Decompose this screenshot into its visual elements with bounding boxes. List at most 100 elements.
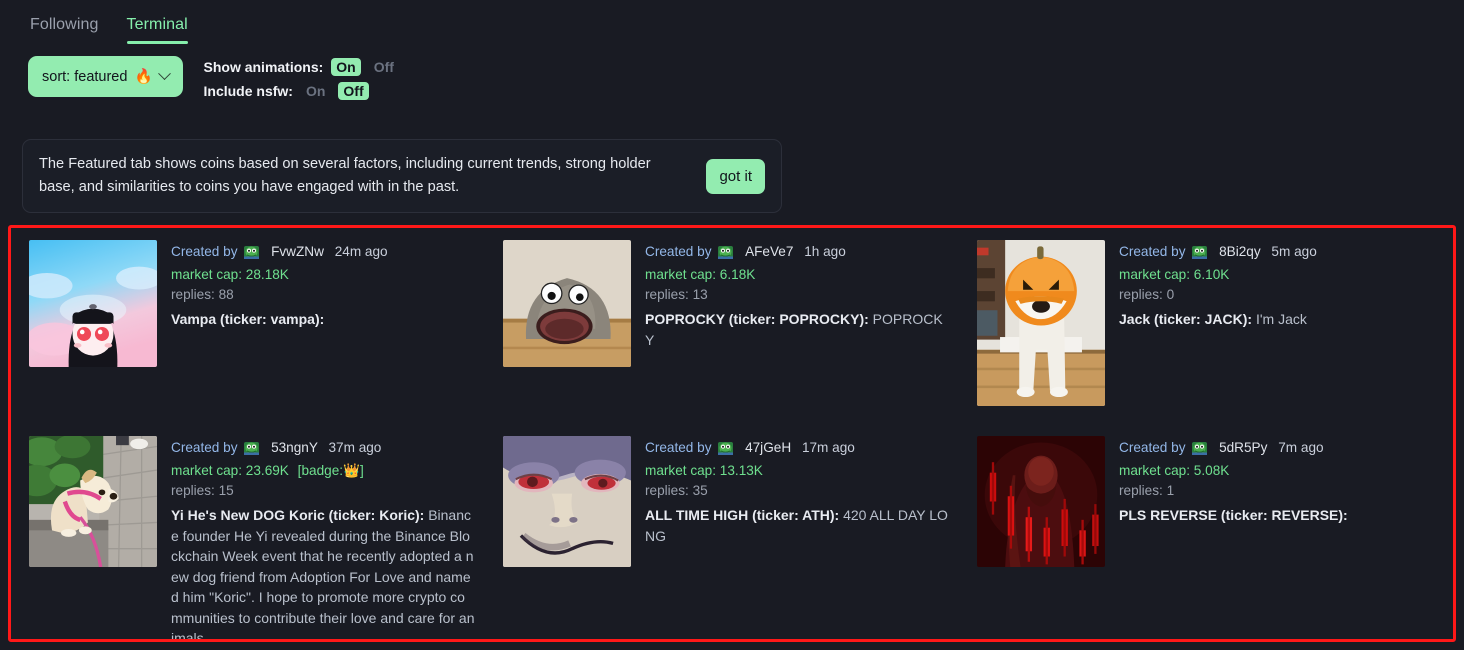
- market-cap-line: market cap: 13.13K: [645, 461, 949, 481]
- creation-age: 5m ago: [1271, 244, 1317, 259]
- creator-username[interactable]: FvwZNw: [271, 244, 324, 259]
- creation-age: 7m ago: [1278, 440, 1324, 455]
- tab-terminal-label: Terminal: [126, 16, 188, 33]
- coin-card[interactable]: Created by 47jGeH 17m ago market cap: 13…: [485, 432, 959, 639]
- coin-description: PLS REVERSE (ticker: REVERSE):: [1119, 505, 1423, 526]
- pepe-avatar-icon: [244, 245, 260, 265]
- ath-thumbnail[interactable]: [503, 436, 631, 567]
- creator-username[interactable]: 8Bi2qy: [1219, 244, 1261, 259]
- creator-username[interactable]: 53ngnY: [271, 440, 318, 455]
- replies-count: replies: 0: [1119, 287, 1175, 302]
- fire-icon: 🔥: [134, 69, 153, 85]
- coin-card[interactable]: Created by 53ngnY 37m ago market cap: 23…: [11, 432, 485, 642]
- coin-title: Jack (ticker: JACK):: [1119, 311, 1253, 327]
- market-cap-value: market cap: 5.08K: [1119, 463, 1230, 478]
- market-cap-line: market cap: 28.18K: [171, 265, 475, 285]
- coin-card[interactable]: Created by 8Bi2qy 5m ago market cap: 6.1…: [959, 236, 1433, 432]
- poprocky-thumbnail[interactable]: [503, 240, 631, 367]
- market-cap-value: market cap: 13.13K: [645, 463, 763, 478]
- coin-meta: Created by 53ngnY 37m ago market cap: 23…: [171, 436, 475, 642]
- creation-age: 37m ago: [328, 440, 382, 455]
- tab-underline: [126, 41, 188, 44]
- tab-following[interactable]: Following: [28, 12, 101, 44]
- creator-line: Created by AFeVe7 1h ago: [645, 242, 949, 265]
- created-by-label: Created by: [171, 244, 238, 259]
- badge-tag: [badge:👑]: [297, 463, 364, 478]
- tab-terminal[interactable]: Terminal: [125, 12, 190, 54]
- pepe-avatar-icon: [718, 441, 734, 461]
- show-animations-off-option[interactable]: Off: [369, 58, 399, 76]
- coin-title: Vampa (ticker: vampa):: [171, 311, 325, 327]
- include-nsfw-label: Include nsfw:: [203, 83, 293, 99]
- coin-meta: Created by AFeVe7 1h ago market cap: 6.1…: [645, 240, 949, 432]
- creator-line: Created by 53ngnY 37m ago: [171, 438, 475, 461]
- coin-description-text: Binance founder He Yi revealed during th…: [171, 507, 475, 642]
- show-animations-row: Show animations: On Off: [204, 56, 399, 78]
- coin-card[interactable]: Created by FvwZNw 24m ago market cap: 28…: [11, 236, 485, 432]
- tab-bar: Following Terminal: [28, 12, 190, 54]
- market-cap-value: market cap: 6.10K: [1119, 267, 1230, 282]
- replies-count: replies: 35: [645, 483, 708, 498]
- sort-dropdown-button[interactable]: sort: featured 🔥: [28, 56, 183, 97]
- market-cap-value: market cap: 28.18K: [171, 267, 289, 282]
- coin-description-text: I'm Jack: [1252, 311, 1307, 327]
- market-cap-value: market cap: 23.69K: [171, 463, 289, 478]
- coin-title: POPROCKY (ticker: POPROCKY):: [645, 311, 869, 327]
- created-by-label: Created by: [645, 244, 712, 259]
- replies-count: replies: 1: [1119, 483, 1175, 498]
- coin-title: Yi He's New DOG Koric (ticker: Koric):: [171, 507, 425, 523]
- got-it-button[interactable]: got it: [706, 158, 765, 194]
- coin-description: Yi He's New DOG Koric (ticker: Koric): B…: [171, 505, 475, 642]
- show-animations-label: Show animations:: [203, 59, 324, 75]
- include-nsfw-on-option[interactable]: On: [301, 82, 330, 100]
- toggle-group: Show animations: On Off Include nsfw: On…: [204, 56, 399, 104]
- coin-meta: Created by 8Bi2qy 5m ago market cap: 6.1…: [1119, 240, 1423, 432]
- creator-username[interactable]: 5dR5Py: [1219, 440, 1267, 455]
- replies-count: replies: 15: [171, 483, 234, 498]
- koric-thumbnail[interactable]: [29, 436, 157, 567]
- creator-username[interactable]: 47jGeH: [745, 440, 791, 455]
- creator-line: Created by 47jGeH 17m ago: [645, 438, 949, 461]
- creator-username[interactable]: AFeVe7: [745, 244, 793, 259]
- created-by-label: Created by: [645, 440, 712, 455]
- reverse-thumbnail[interactable]: [977, 436, 1105, 567]
- coin-meta: Created by FvwZNw 24m ago market cap: 28…: [171, 240, 475, 432]
- sort-dropdown-label: sort: featured: [42, 68, 128, 85]
- coin-description: Vampa (ticker: vampa):: [171, 309, 475, 330]
- include-nsfw-row: Include nsfw: On Off: [204, 80, 399, 102]
- coin-card[interactable]: Created by AFeVe7 1h ago market cap: 6.1…: [485, 236, 959, 432]
- coin-title: ALL TIME HIGH (ticker: ATH):: [645, 507, 840, 523]
- replies-count: replies: 88: [171, 287, 234, 302]
- market-cap-line: market cap: 23.69K [badge:👑]: [171, 461, 475, 481]
- jack-thumbnail[interactable]: [977, 240, 1105, 406]
- controls-row: sort: featured 🔥 Show animations: On Off…: [28, 56, 399, 104]
- show-animations-on-option[interactable]: On: [331, 58, 361, 76]
- coin-title: PLS REVERSE (ticker: REVERSE):: [1119, 507, 1348, 523]
- creator-line: Created by 8Bi2qy 5m ago: [1119, 242, 1423, 265]
- replies-count: replies: 13: [645, 287, 708, 302]
- coin-feed-grid: Created by FvwZNw 24m ago market cap: 28…: [11, 228, 1453, 639]
- pepe-avatar-icon: [1192, 245, 1208, 265]
- market-cap-line: market cap: 5.08K: [1119, 461, 1423, 481]
- vampa-thumbnail[interactable]: [29, 240, 157, 367]
- coin-meta: Created by 47jGeH 17m ago market cap: 13…: [645, 436, 949, 639]
- coin-card[interactable]: Created by 5dR5Py 7m ago market cap: 5.0…: [959, 432, 1433, 639]
- chevron-down-icon: [157, 67, 171, 81]
- coin-meta: Created by 5dR5Py 7m ago market cap: 5.0…: [1119, 436, 1423, 639]
- market-cap-line: market cap: 6.18K: [645, 265, 949, 285]
- coin-description: Jack (ticker: JACK): I'm Jack: [1119, 309, 1423, 330]
- creation-age: 17m ago: [801, 440, 855, 455]
- tab-following-label: Following: [30, 16, 99, 33]
- terminal-page: Following Terminal sort: featured 🔥 Show…: [0, 0, 1464, 650]
- coin-description: ALL TIME HIGH (ticker: ATH): 420 ALL DAY…: [645, 505, 949, 546]
- creation-age: 1h ago: [804, 244, 846, 259]
- feed-highlight-region: Created by FvwZNw 24m ago market cap: 28…: [8, 225, 1456, 642]
- market-cap-value: market cap: 6.18K: [645, 267, 756, 282]
- coin-description: POPROCKY (ticker: POPROCKY): POPROCKY: [645, 309, 949, 350]
- pepe-avatar-icon: [718, 245, 734, 265]
- created-by-label: Created by: [1119, 244, 1186, 259]
- creator-line: Created by FvwZNw 24m ago: [171, 242, 475, 265]
- creator-line: Created by 5dR5Py 7m ago: [1119, 438, 1423, 461]
- pepe-avatar-icon: [1192, 441, 1208, 461]
- include-nsfw-off-option[interactable]: Off: [338, 82, 369, 100]
